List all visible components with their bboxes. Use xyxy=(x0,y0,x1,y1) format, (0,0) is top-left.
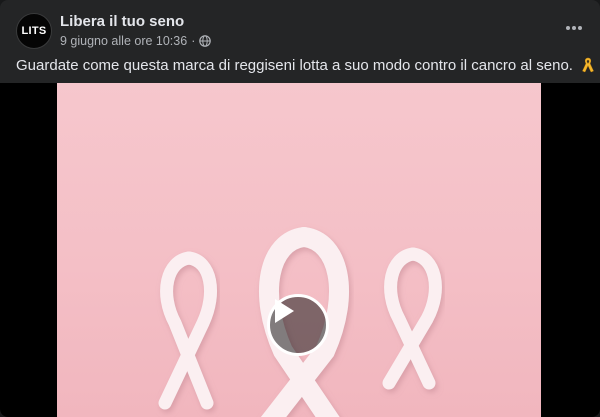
post-text: Guardate come questa marca di reggiseni … xyxy=(16,56,594,79)
play-icon xyxy=(275,299,294,323)
separator-dot: · xyxy=(191,34,196,48)
page-name-link[interactable]: Libera il tuo seno xyxy=(60,13,211,31)
more-horizontal-icon xyxy=(566,26,582,30)
pink-ribbons-illustration xyxy=(158,227,442,417)
more-options-button[interactable] xyxy=(560,14,588,42)
post-message: Guardate come questa marca di reggiseni … xyxy=(16,57,573,74)
post-header: LITS Libera il tuo seno 9 giugno alle or… xyxy=(16,13,212,49)
globe-icon[interactable] xyxy=(199,35,212,47)
post-meta: Libera il tuo seno 9 giugno alle ore 10:… xyxy=(60,13,212,49)
post-subline: 9 giugno alle ore 10:36 · xyxy=(60,33,212,49)
page-avatar[interactable]: LITS xyxy=(16,13,52,49)
video-container[interactable] xyxy=(0,83,600,417)
timestamp-link[interactable]: 9 giugno alle ore 10:36 xyxy=(60,33,187,49)
yellow-ribbon-icon xyxy=(581,57,595,79)
play-button[interactable] xyxy=(267,294,329,356)
post-card: LITS Libera il tuo seno 9 giugno alle or… xyxy=(0,0,600,417)
video-thumbnail[interactable] xyxy=(57,83,541,417)
